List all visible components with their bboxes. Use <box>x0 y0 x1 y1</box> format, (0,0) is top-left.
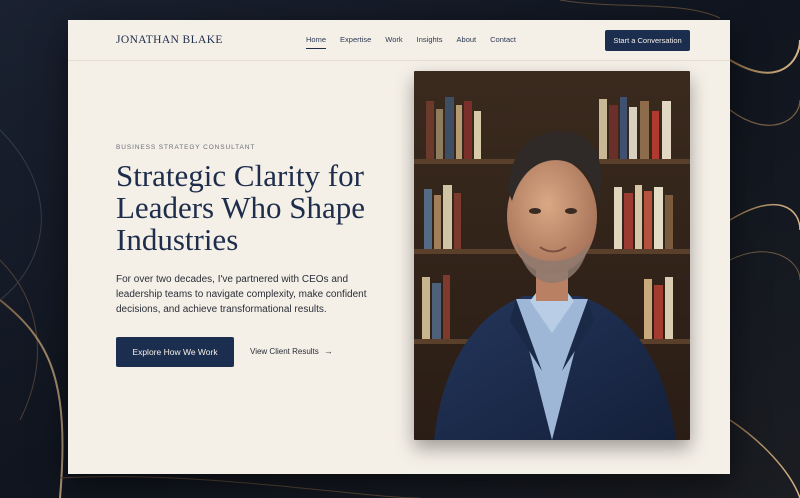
hero-headline: Strategic Clarity for Leaders Who Shape … <box>116 158 366 257</box>
explore-how-we-work-button[interactable]: Explore How We Work <box>116 337 234 367</box>
nav-menu: Home Expertise Work Insights About Conta… <box>306 35 530 49</box>
brand-logo[interactable]: JONATHAN BLAKE <box>116 34 223 46</box>
landing-page-card: JONATHAN BLAKE Home Expertise Work Insig… <box>68 20 730 474</box>
nav-item-about[interactable]: About <box>457 35 477 44</box>
nav-item-work[interactable]: Work <box>385 35 402 44</box>
top-navigation: JONATHAN BLAKE Home Expertise Work Insig… <box>68 20 730 61</box>
start-conversation-button[interactable]: Start a Conversation <box>605 30 690 51</box>
view-client-results-link[interactable]: View Client Results → <box>250 346 333 357</box>
hero-lead-text: For over two decades, I've partnered wit… <box>116 274 367 315</box>
portrait-illustration <box>414 71 690 440</box>
view-client-results-label: View Client Results <box>250 347 319 356</box>
consultant-portrait <box>414 71 690 440</box>
arrow-right-icon: → <box>323 346 333 356</box>
nav-item-expertise[interactable]: Expertise <box>340 35 371 44</box>
nav-item-home[interactable]: Home <box>306 35 327 49</box>
nav-item-contact[interactable]: Contact <box>490 35 516 44</box>
hero-eyebrow: BUSINESS STRATEGY CONSULTANT <box>116 144 256 151</box>
nav-item-insights[interactable]: Insights <box>417 35 443 44</box>
